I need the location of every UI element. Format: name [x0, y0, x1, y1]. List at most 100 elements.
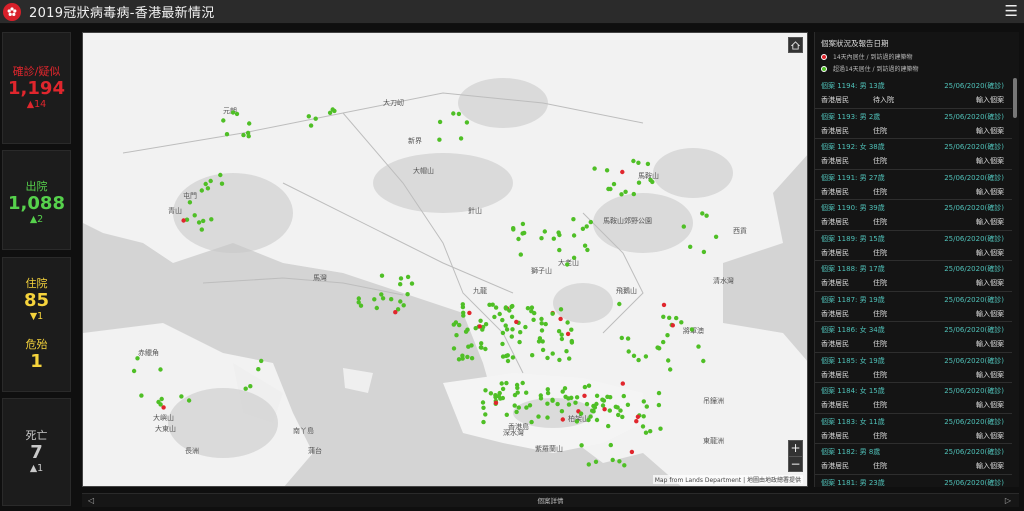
- case-location-marker[interactable]: [610, 457, 615, 463]
- case-location-marker[interactable]: [571, 233, 577, 238]
- case-location-marker[interactable]: [481, 419, 486, 425]
- case-location-marker[interactable]: [356, 296, 361, 301]
- case-location-marker[interactable]: [571, 217, 576, 222]
- case-location-marker[interactable]: [569, 340, 575, 345]
- case-location-marker[interactable]: [398, 276, 404, 281]
- case-location-marker[interactable]: [522, 230, 527, 236]
- case-location-marker[interactable]: [380, 296, 386, 301]
- case-location-marker[interactable]: [398, 299, 403, 304]
- case-location-marker[interactable]: [467, 310, 472, 316]
- case-location-marker[interactable]: [539, 328, 545, 333]
- case-location-marker[interactable]: [656, 390, 662, 396]
- case-location-marker[interactable]: [631, 158, 636, 164]
- case-location-marker[interactable]: [504, 327, 510, 332]
- case-location-marker[interactable]: [661, 339, 666, 345]
- case-location-marker[interactable]: [451, 111, 456, 116]
- case-location-marker[interactable]: [634, 419, 639, 424]
- case-location-marker[interactable]: [500, 354, 506, 359]
- case-location-marker[interactable]: [192, 213, 197, 218]
- case-location-marker[interactable]: [658, 426, 663, 431]
- case-location-marker[interactable]: [465, 354, 470, 360]
- case-location-marker[interactable]: [493, 400, 499, 405]
- case-location-marker[interactable]: [500, 330, 506, 336]
- case-location-marker[interactable]: [619, 192, 624, 197]
- case-location-marker[interactable]: [625, 402, 631, 407]
- case-list-scrollbar[interactable]: [1013, 78, 1017, 118]
- case-location-marker[interactable]: [656, 345, 661, 351]
- case-list[interactable]: 個案 1194: 男 13歲 25/06/2020(確診) 香港居民 待入院 輸入個案個…: [815, 78, 1012, 487]
- case-location-marker[interactable]: [667, 315, 672, 320]
- case-location-marker[interactable]: [504, 412, 509, 417]
- case-list-item[interactable]: 個案 1192: 女 38歲 25/06/2020(確診) 香港居民 住院 輸入個案: [815, 139, 1012, 170]
- case-location-marker[interactable]: [704, 213, 709, 218]
- case-location-marker[interactable]: [620, 414, 625, 420]
- case-location-marker[interactable]: [701, 358, 706, 364]
- case-location-marker[interactable]: [219, 181, 225, 186]
- case-location-marker[interactable]: [483, 346, 488, 352]
- case-location-marker[interactable]: [516, 405, 521, 410]
- case-list-item[interactable]: 個案 1187: 男 19歲 25/06/2020(確診) 香港居民 住院 輸入個案: [815, 292, 1012, 322]
- case-location-marker[interactable]: [497, 390, 502, 396]
- case-location-marker[interactable]: [524, 405, 529, 410]
- case-location-marker[interactable]: [523, 324, 528, 330]
- case-location-marker[interactable]: [372, 297, 377, 302]
- case-location-marker[interactable]: [515, 385, 520, 391]
- map-canvas[interactable]: 新界大帽山大刀屻針山獅子山九龍大老山馬鞍山飛鵝山西貢大嶼山大東山香港島柏架山紫羅…: [83, 33, 808, 487]
- case-location-marker[interactable]: [490, 302, 495, 307]
- case-location-marker[interactable]: [505, 358, 511, 364]
- case-location-marker[interactable]: [620, 169, 625, 175]
- case-location-marker[interactable]: [550, 311, 555, 316]
- case-location-marker[interactable]: [542, 229, 547, 234]
- zoom-out-button[interactable]: −: [789, 456, 802, 471]
- case-location-marker[interactable]: [600, 403, 606, 408]
- case-location-marker[interactable]: [135, 356, 140, 361]
- case-location-marker[interactable]: [243, 386, 248, 391]
- case-location-marker[interactable]: [560, 389, 565, 394]
- case-location-marker[interactable]: [205, 186, 211, 191]
- case-location-marker[interactable]: [158, 402, 163, 407]
- case-location-marker[interactable]: [641, 399, 646, 404]
- case-location-marker[interactable]: [437, 119, 443, 125]
- case-list-item[interactable]: 個案 1188: 男 17歲 25/06/2020(確診) 香港居民 住院 輸入個案: [815, 261, 1012, 292]
- case-location-marker[interactable]: [536, 414, 541, 419]
- case-location-marker[interactable]: [500, 386, 506, 392]
- case-location-marker[interactable]: [620, 381, 625, 386]
- case-location-marker[interactable]: [557, 247, 562, 253]
- case-location-marker[interactable]: [196, 220, 202, 225]
- case-location-marker[interactable]: [313, 116, 318, 121]
- case-location-marker[interactable]: [461, 313, 466, 318]
- case-location-marker[interactable]: [401, 303, 406, 308]
- case-location-marker[interactable]: [636, 160, 641, 165]
- case-list-item[interactable]: 個案 1193: 男 2歲 25/06/2020(確診) 香港居民 住院 輸入個案: [815, 109, 1012, 139]
- case-location-marker[interactable]: [539, 236, 544, 241]
- case-location-marker[interactable]: [616, 412, 621, 418]
- case-location-marker[interactable]: [543, 321, 548, 327]
- case-location-marker[interactable]: [464, 120, 470, 125]
- case-location-marker[interactable]: [623, 189, 628, 194]
- case-location-marker[interactable]: [661, 302, 667, 308]
- case-location-marker[interactable]: [503, 323, 508, 328]
- case-location-marker[interactable]: [643, 430, 649, 435]
- case-location-marker[interactable]: [530, 353, 535, 358]
- case-location-marker[interactable]: [389, 297, 394, 302]
- case-location-marker[interactable]: [645, 161, 651, 167]
- case-location-marker[interactable]: [681, 224, 686, 229]
- case-location-marker[interactable]: [158, 367, 163, 372]
- case-location-marker[interactable]: [186, 398, 192, 403]
- case-location-marker[interactable]: [208, 178, 213, 184]
- case-location-marker[interactable]: [650, 179, 655, 185]
- case-location-marker[interactable]: [584, 224, 589, 229]
- case-location-marker[interactable]: [594, 417, 600, 423]
- case-location-marker[interactable]: [622, 463, 627, 468]
- case-location-marker[interactable]: [661, 314, 666, 319]
- case-location-marker[interactable]: [582, 393, 587, 398]
- case-location-marker[interactable]: [635, 414, 641, 419]
- case-location-marker[interactable]: [611, 181, 617, 187]
- case-location-marker[interactable]: [582, 243, 588, 248]
- case-location-marker[interactable]: [500, 395, 505, 401]
- case-location-marker[interactable]: [516, 236, 521, 242]
- case-location-marker[interactable]: [493, 305, 499, 310]
- case-location-marker[interactable]: [259, 358, 264, 364]
- case-location-marker[interactable]: [483, 412, 488, 417]
- case-location-marker[interactable]: [666, 358, 671, 363]
